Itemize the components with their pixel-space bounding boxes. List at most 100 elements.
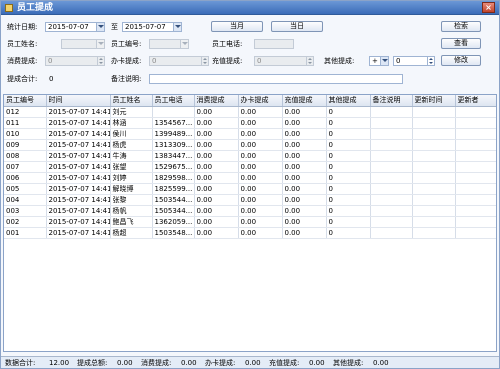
note-input[interactable]	[149, 74, 403, 84]
table-cell: 杨帆	[110, 205, 153, 217]
table-cell: 0.00	[238, 128, 283, 140]
status-count-label: 数据合计:	[5, 359, 36, 367]
table-cell: 林涵	[110, 117, 153, 129]
table-cell: 0.00	[238, 150, 283, 162]
table-cell: 0.00	[194, 227, 239, 239]
note-label: 备注说明:	[111, 75, 142, 83]
employee-commission-window: 员工提成 × 统计日期: 2015-07-07 至 2015-07-07 当月 …	[0, 0, 500, 369]
table-cell	[455, 194, 496, 206]
table-row[interactable]: 002 2015-07-07 14:41 鲍昌飞 1362059... 0.00 0.00…	[4, 216, 496, 228]
table-cell: 0	[326, 161, 371, 173]
table-cell	[412, 161, 456, 173]
table-cell: 0.00	[238, 216, 283, 228]
other-commission-sign-select[interactable]: +	[369, 56, 389, 66]
close-button[interactable]: ×	[482, 2, 495, 13]
title-bar[interactable]: 员工提成 ×	[1, 1, 499, 15]
window-app-icon	[5, 4, 13, 12]
table-cell: 0.00	[238, 139, 283, 151]
table-cell	[412, 150, 456, 162]
table-cell: 0	[326, 227, 371, 239]
column-header[interactable]: 更新时间	[412, 95, 456, 107]
table-cell	[455, 161, 496, 173]
spin-arrows-icon[interactable]	[427, 57, 434, 65]
table-cell	[370, 194, 413, 206]
status-total-label: 提成总额:	[77, 359, 108, 367]
table-row[interactable]: 003 2015-07-07 14:41 杨帆 1505344... 0.00 0.00 0…	[4, 205, 496, 217]
status-consume-label: 消费提成:	[141, 359, 172, 367]
table-row[interactable]: 009 2015-07-07 14:41 杨虎 1313309... 0.00 0.00 0…	[4, 139, 496, 151]
chevron-down-icon[interactable]	[96, 23, 104, 31]
status-recharge-label: 充值提成:	[269, 359, 300, 367]
recharge-commission-stepper[interactable]: 0	[254, 56, 314, 66]
table-cell: 0.00	[282, 205, 327, 217]
chevron-down-icon[interactable]	[380, 57, 388, 65]
chevron-down-icon[interactable]	[180, 40, 188, 48]
table-cell: 007	[4, 161, 47, 173]
commission-table[interactable]: 员工编号 时间 员工姓名 员工电话 消费提成 办卡提成 充值提成 其他提成 备注…	[3, 94, 497, 352]
table-cell: 0.00	[238, 194, 283, 206]
table-row[interactable]: 007 2015-07-07 14:41 张望 1529675... 0.00 0.00 0…	[4, 161, 496, 173]
current-day-button[interactable]: 当日	[271, 21, 323, 32]
commission-total-value: 0	[49, 75, 54, 83]
card-commission-stepper[interactable]: 0	[149, 56, 209, 66]
employee-id-select[interactable]	[149, 39, 189, 49]
other-commission-stepper[interactable]: 0	[393, 56, 435, 66]
table-cell	[370, 205, 413, 217]
table-row[interactable]: 011 2015-07-07 14:41 林涵 1354567... 0.00 0.00 0…	[4, 117, 496, 129]
current-month-button[interactable]: 当月	[211, 21, 263, 32]
spin-arrows-icon[interactable]	[97, 57, 104, 65]
date-to-select[interactable]: 2015-07-07	[122, 22, 182, 32]
table-cell: 0.00	[194, 139, 239, 151]
employee-name-select[interactable]	[61, 39, 105, 49]
table-cell: 0.00	[194, 128, 239, 140]
table-cell: 0.00	[282, 216, 327, 228]
chevron-down-icon[interactable]	[173, 23, 181, 31]
date-from-select[interactable]: 2015-07-07	[45, 22, 105, 32]
table-cell: 0.00	[282, 128, 327, 140]
table-cell: 1505344...	[152, 205, 195, 217]
table-cell: 0.00	[194, 183, 239, 195]
table-cell	[455, 117, 496, 129]
column-header[interactable]: 时间	[46, 95, 111, 107]
table-cell: 2015-07-07 14:41	[46, 117, 111, 129]
column-header[interactable]: 备注说明	[370, 95, 413, 107]
table-cell: 0.00	[194, 216, 239, 228]
column-header[interactable]: 其他提成	[326, 95, 371, 107]
chevron-down-icon[interactable]	[96, 40, 104, 48]
column-header[interactable]: 充值提成	[282, 95, 327, 107]
card-commission-value: 0	[152, 57, 157, 65]
table-cell: 009	[4, 139, 47, 151]
employee-phone-input[interactable]	[254, 39, 294, 49]
column-header[interactable]: 员工编号	[4, 95, 47, 107]
column-header[interactable]: 更新者	[455, 95, 496, 107]
table-row[interactable]: 008 2015-07-07 14:41 牛涛 1383447... 0.00 0.00 0…	[4, 150, 496, 162]
table-cell: 1399489...	[152, 128, 195, 140]
table-cell: 0.00	[238, 172, 283, 184]
table-cell: 杨超	[110, 227, 153, 239]
table-cell	[370, 227, 413, 239]
table-row[interactable]: 012 2015-07-07 14:41 刘元 0.00 0.00 0.00 0	[4, 106, 496, 118]
search-button[interactable]: 检索	[441, 21, 481, 32]
column-header[interactable]: 员工电话	[152, 95, 195, 107]
consume-commission-stepper[interactable]: 0	[45, 56, 105, 66]
table-row[interactable]: 004 2015-07-07 14:41 张黎 1503544... 0.00 0.00 0…	[4, 194, 496, 206]
edit-button[interactable]: 修改	[441, 55, 481, 66]
column-header[interactable]: 办卡提成	[238, 95, 283, 107]
view-button[interactable]: 查看	[441, 38, 481, 49]
table-row[interactable]: 005 2015-07-07 14:41 解晓博 1825599... 0.00 0.00…	[4, 183, 496, 195]
spin-arrows-icon[interactable]	[201, 57, 208, 65]
table-cell: 2015-07-07 14:41	[46, 183, 111, 195]
table-row[interactable]: 006 2015-07-07 14:41 刘婷 1829598... 0.00 0.00 0…	[4, 172, 496, 184]
table-cell: 0.00	[238, 106, 283, 118]
table-cell: 0	[326, 128, 371, 140]
spin-arrows-icon[interactable]	[306, 57, 313, 65]
table-row[interactable]: 010 2015-07-07 14:41 侯川 1399489... 0.00 0.00 0…	[4, 128, 496, 140]
recharge-commission-label: 充值提成:	[212, 57, 243, 65]
column-header[interactable]: 消费提成	[194, 95, 239, 107]
table-cell	[412, 216, 456, 228]
table-cell	[152, 106, 195, 118]
table-row[interactable]: 001 2015-07-07 14:41 杨超 1503548... 0.00 0.00 0…	[4, 227, 496, 239]
table-cell: 0.00	[194, 172, 239, 184]
column-header[interactable]: 员工姓名	[110, 95, 153, 107]
status-recharge-value: 0.00	[309, 359, 325, 367]
